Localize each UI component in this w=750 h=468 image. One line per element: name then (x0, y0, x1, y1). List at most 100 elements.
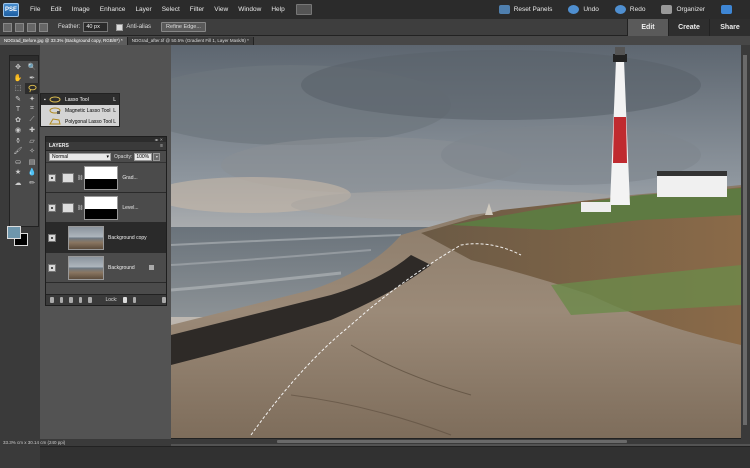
brush-tool-icon[interactable]: 🖌 (11, 146, 25, 157)
status-bar: 33.3% cm x 30.14 cm (240 ppi) (0, 439, 171, 446)
intersect-selection-icon[interactable] (39, 22, 48, 32)
tab-create[interactable]: Create (668, 19, 709, 36)
layer-row-gradient[interactable]: ⛓ Grad... (46, 163, 166, 193)
lock-label: Lock: (105, 297, 118, 303)
smart-brush-tool-icon[interactable]: ✧ (25, 146, 39, 157)
reset-panels-label: Reset Panels (513, 6, 553, 13)
new-layer-icon[interactable] (50, 297, 54, 303)
blend-mode-select[interactable]: Normal (49, 152, 111, 161)
tab-share[interactable]: Share (709, 19, 750, 36)
horizontal-scrollbar[interactable] (171, 438, 741, 444)
redo-button[interactable]: Redo (614, 5, 645, 14)
opacity-dropdown-icon[interactable]: ▾ (153, 152, 161, 161)
crop-tool-icon[interactable]: ⌗ (25, 104, 39, 115)
lock-all-icon[interactable] (132, 297, 137, 303)
visibility-eye-icon[interactable] (48, 173, 56, 182)
menu-filter[interactable]: Filter (185, 6, 209, 13)
type-tool-icon[interactable]: T (11, 104, 25, 115)
mask-white-area (85, 196, 118, 209)
zoom-tool-icon[interactable]: 🔍 (25, 62, 39, 73)
menu-select[interactable]: Select (157, 6, 185, 13)
sponge-tool-icon[interactable]: ☁ (11, 178, 25, 189)
panel-menu-icon[interactable]: ≡ (160, 143, 163, 149)
document-canvas-photo[interactable] (171, 45, 741, 438)
quick-selection-tool-icon[interactable]: ✎ (11, 94, 25, 105)
home-button[interactable] (721, 5, 736, 14)
delete-layer-icon[interactable] (162, 297, 166, 303)
layer-mask-thumbnail[interactable] (84, 165, 119, 190)
layer-row-levels[interactable]: ⛓ Level... (46, 193, 166, 223)
paint-bucket-tool-icon[interactable]: ⛀ (11, 157, 25, 168)
visibility-eye-icon[interactable] (48, 263, 56, 272)
menu-file[interactable]: File (25, 6, 45, 13)
flyout-shortcut: L (113, 96, 116, 103)
menu-view[interactable]: View (209, 6, 233, 13)
flyout-item-polygonal-lasso[interactable]: Polygonal Lasso Tool L (41, 116, 119, 127)
tab-edit[interactable]: Edit (627, 19, 668, 36)
menu-layer[interactable]: Layer (130, 6, 156, 13)
flyout-item-magnetic-lasso[interactable]: Magnetic Lasso Tool L (41, 105, 119, 116)
pencil-tool-icon[interactable]: ✏ (25, 178, 39, 189)
straighten-tool-icon[interactable]: ⟋ (25, 115, 39, 126)
gradient-tool-icon[interactable]: ▤ (25, 157, 39, 168)
document-tab-before[interactable]: NDGrad_Before.jpg @ 33.3% (Background co… (0, 37, 128, 45)
layer-row-background-copy[interactable]: Background copy (46, 223, 166, 253)
horizontal-scroll-thumb[interactable] (277, 440, 627, 443)
menu-window[interactable]: Window (233, 6, 266, 13)
refine-edge-button[interactable]: Refine Edge... (161, 22, 206, 32)
menu-help[interactable]: Help (266, 6, 289, 13)
eraser-tool-icon[interactable]: ▱ (25, 136, 39, 147)
undo-button[interactable]: Undo (568, 5, 599, 14)
menu-image[interactable]: Image (67, 6, 95, 13)
lasso-tool-icon[interactable] (25, 83, 39, 94)
magnetic-lasso-icon (49, 107, 61, 114)
layer-name: Background copy (108, 234, 147, 241)
healing-brush-tool-icon[interactable]: ✚ (25, 125, 39, 136)
subtract-selection-icon[interactable] (27, 22, 36, 32)
custom-shape-tool-icon[interactable]: ★ (11, 167, 25, 178)
magic-wand-tool-icon[interactable]: ✦ (25, 94, 39, 105)
add-mask-icon[interactable] (78, 297, 82, 303)
add-selection-icon[interactable] (15, 22, 24, 32)
cookie-cutter-tool-icon[interactable]: ✿ (11, 115, 25, 126)
menu-enhance[interactable]: Enhance (95, 6, 131, 13)
layer-row-background[interactable]: Background (46, 253, 166, 283)
visibility-eye-icon[interactable] (48, 203, 56, 212)
red-eye-tool-icon[interactable]: ◉ (11, 125, 25, 136)
vertical-scroll-thumb[interactable] (743, 55, 747, 425)
adjustment-layer-icon[interactable] (69, 297, 73, 303)
vertical-scrollbar[interactable] (741, 45, 750, 444)
menu-edit[interactable]: Edit (45, 6, 66, 13)
flyout-item-lasso[interactable]: ▪ Lasso Tool L (41, 94, 119, 105)
opacity-input[interactable]: 100% (134, 152, 153, 161)
undo-icon (568, 5, 580, 14)
document-tab-after[interactable]: NDGrad_after.tif @ 50.5% (Gradient Fill … (127, 37, 254, 45)
marquee-tool-icon[interactable]: ⬚ (11, 83, 25, 94)
new-group-icon[interactable] (59, 297, 63, 303)
new-selection-icon[interactable] (3, 22, 12, 32)
arrange-documents-icon[interactable] (295, 4, 312, 15)
blur-tool-icon[interactable]: 💧 (25, 167, 39, 178)
toolbox: ✥ 🔍 ✋ ✒ ⬚ ✎ ✦ T ⌗ ✿ ⟋ ◉ ✚ ⚱ ▱ 🖌 ✧ ⛀ ▤ ★ … (9, 55, 39, 227)
layers-panel-title: LAYERS (49, 143, 69, 149)
hand-tool-icon[interactable]: ✋ (11, 73, 25, 84)
link-layers-icon[interactable] (88, 297, 92, 303)
foreground-color-swatch[interactable] (7, 226, 21, 239)
layers-panel: ◂▸ ✕ LAYERS ≡ Normal Opacity: 100% ▾ ⛓ G… (45, 136, 167, 306)
link-icon: ⛓ (77, 204, 84, 211)
lock-icon (149, 265, 154, 270)
app-logo[interactable]: PSE (3, 2, 19, 17)
visibility-eye-icon[interactable] (48, 233, 56, 242)
reset-panels-button[interactable]: Reset Panels (498, 5, 553, 14)
eyedropper-tool-icon[interactable]: ✒ (25, 73, 39, 84)
clone-stamp-tool-icon[interactable]: ⚱ (11, 136, 25, 147)
layers-panel-footer: Lock: (46, 294, 166, 305)
anti-alias-checkbox[interactable] (116, 23, 124, 31)
lasso-icon (49, 96, 61, 102)
organizer-button[interactable]: Organizer (661, 5, 705, 14)
feather-input[interactable]: 40 px (83, 22, 109, 32)
undo-label: Undo (583, 6, 599, 13)
layer-mask-thumbnail[interactable] (84, 195, 119, 220)
lock-transparency-icon[interactable] (123, 297, 127, 303)
move-tool-icon[interactable]: ✥ (11, 62, 25, 73)
